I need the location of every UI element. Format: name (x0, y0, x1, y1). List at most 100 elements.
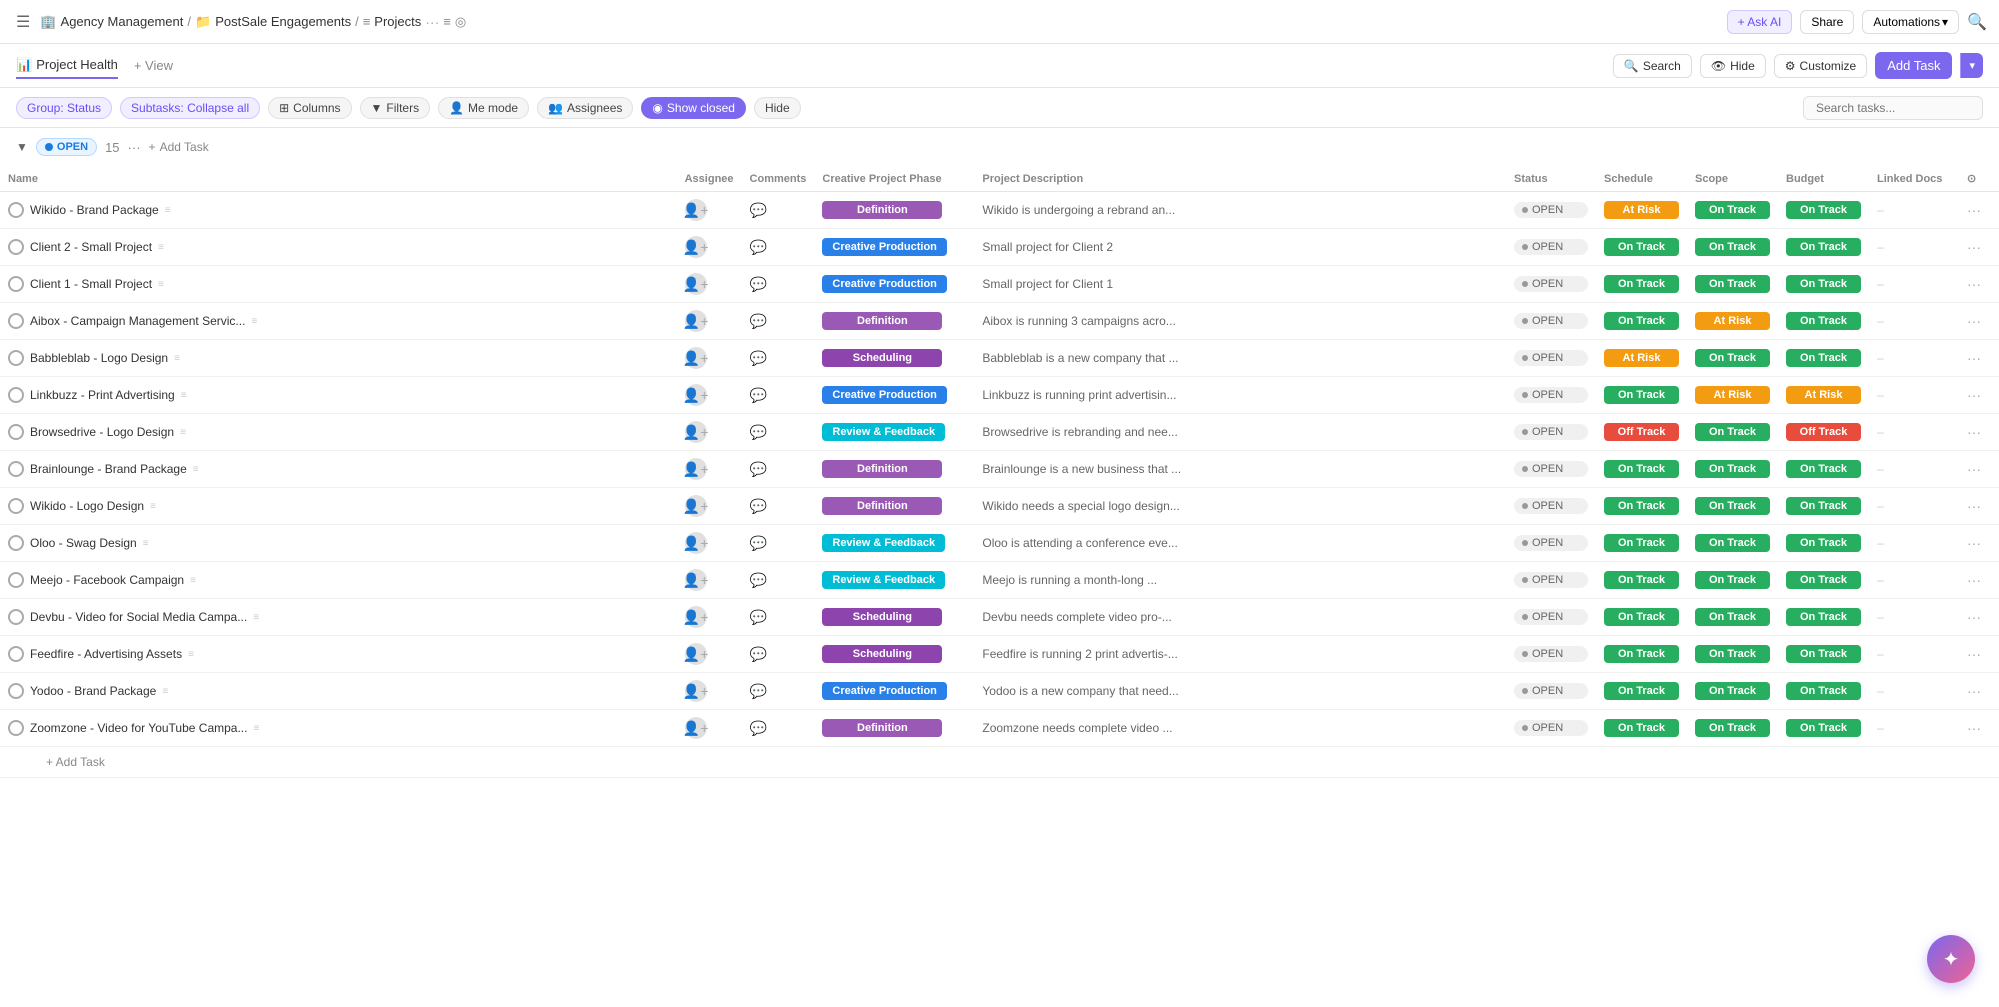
task-comments-7[interactable]: 💬 (742, 451, 815, 488)
assignee-icon-7[interactable]: 👤+ (685, 458, 707, 480)
columns-filter[interactable]: ⊞ Columns (268, 97, 351, 119)
task-status-13[interactable]: OPEN (1506, 673, 1596, 710)
task-status-14[interactable]: OPEN (1506, 710, 1596, 747)
section-more-button[interactable]: ··· (128, 140, 141, 155)
task-name-cell-2[interactable]: Client 1 - Small Project ≡ (0, 266, 677, 303)
add-task-chevron-button[interactable]: ▾ (1960, 53, 1983, 78)
task-status-6[interactable]: OPEN (1506, 414, 1596, 451)
task-scope-8[interactable]: On Track (1687, 488, 1778, 525)
task-schedule-1[interactable]: On Track (1596, 229, 1687, 266)
search-tasks-input[interactable] (1803, 96, 1983, 120)
task-phase-12[interactable]: Scheduling (814, 636, 974, 673)
ask-ai-button[interactable]: + Ask AI (1727, 10, 1793, 34)
filters-button[interactable]: ▼ Filters (360, 97, 431, 119)
add-task-cell[interactable]: + Add Task (0, 747, 1999, 778)
add-task-button[interactable]: Add Task (1875, 52, 1952, 79)
task-actions-8[interactable]: ··· (1959, 488, 1999, 525)
add-task-row[interactable]: + Add Task (0, 747, 1999, 778)
task-actions-13[interactable]: ··· (1959, 673, 1999, 710)
task-assignee-9[interactable]: 👤+ (677, 525, 742, 562)
task-schedule-5[interactable]: On Track (1596, 377, 1687, 414)
task-scope-6[interactable]: On Track (1687, 414, 1778, 451)
assignee-icon-2[interactable]: 👤+ (685, 273, 707, 295)
task-budget-12[interactable]: On Track (1778, 636, 1869, 673)
task-name-cell-7[interactable]: Brainlounge - Brand Package ≡ (0, 451, 677, 488)
task-comments-5[interactable]: 💬 (742, 377, 815, 414)
add-view-button[interactable]: + View (134, 54, 173, 77)
task-scope-3[interactable]: At Risk (1687, 303, 1778, 340)
section-add-task-button[interactable]: + Add Task (149, 140, 209, 154)
assignee-icon-12[interactable]: 👤+ (685, 643, 707, 665)
task-budget-2[interactable]: On Track (1778, 266, 1869, 303)
task-actions-14[interactable]: ··· (1959, 710, 1999, 747)
task-more-button-12[interactable]: ··· (1967, 646, 1981, 662)
task-status-4[interactable]: OPEN (1506, 340, 1596, 377)
task-schedule-6[interactable]: Off Track (1596, 414, 1687, 451)
task-more-button-4[interactable]: ··· (1967, 350, 1981, 366)
task-scope-1[interactable]: On Track (1687, 229, 1778, 266)
task-budget-3[interactable]: On Track (1778, 303, 1869, 340)
task-scope-14[interactable]: On Track (1687, 710, 1778, 747)
task-more-button-0[interactable]: ··· (1967, 202, 1981, 218)
task-schedule-9[interactable]: On Track (1596, 525, 1687, 562)
task-schedule-7[interactable]: On Track (1596, 451, 1687, 488)
comment-icon-2[interactable]: 💬 (750, 276, 767, 292)
task-assignee-14[interactable]: 👤+ (677, 710, 742, 747)
assignee-icon-5[interactable]: 👤+ (685, 384, 707, 406)
task-name-cell-10[interactable]: Meejo - Facebook Campaign ≡ (0, 562, 677, 599)
task-phase-2[interactable]: Creative Production (814, 266, 974, 303)
task-comments-13[interactable]: 💬 (742, 673, 815, 710)
task-schedule-12[interactable]: On Track (1596, 636, 1687, 673)
task-name-cell-5[interactable]: Linkbuzz - Print Advertising ≡ (0, 377, 677, 414)
assignee-icon-13[interactable]: 👤+ (685, 680, 707, 702)
task-phase-13[interactable]: Creative Production (814, 673, 974, 710)
task-scope-11[interactable]: On Track (1687, 599, 1778, 636)
task-schedule-4[interactable]: At Risk (1596, 340, 1687, 377)
comment-icon-1[interactable]: 💬 (750, 239, 767, 255)
task-actions-11[interactable]: ··· (1959, 599, 1999, 636)
comment-icon-8[interactable]: 💬 (750, 498, 767, 514)
task-budget-7[interactable]: On Track (1778, 451, 1869, 488)
task-more-button-8[interactable]: ··· (1967, 498, 1981, 514)
task-more-button-7[interactable]: ··· (1967, 461, 1981, 477)
task-budget-0[interactable]: On Track (1778, 192, 1869, 229)
task-assignee-2[interactable]: 👤+ (677, 266, 742, 303)
task-assignee-6[interactable]: 👤+ (677, 414, 742, 451)
task-name-cell-1[interactable]: Client 2 - Small Project ≡ (0, 229, 677, 266)
task-budget-9[interactable]: On Track (1778, 525, 1869, 562)
task-status-7[interactable]: OPEN (1506, 451, 1596, 488)
task-status-5[interactable]: OPEN (1506, 377, 1596, 414)
task-status-10[interactable]: OPEN (1506, 562, 1596, 599)
task-actions-0[interactable]: ··· (1959, 192, 1999, 229)
task-schedule-8[interactable]: On Track (1596, 488, 1687, 525)
task-more-button-2[interactable]: ··· (1967, 276, 1981, 292)
task-budget-1[interactable]: On Track (1778, 229, 1869, 266)
task-comments-0[interactable]: 💬 (742, 192, 815, 229)
task-phase-1[interactable]: Creative Production (814, 229, 974, 266)
assignee-icon-3[interactable]: 👤+ (685, 310, 707, 332)
task-budget-4[interactable]: On Track (1778, 340, 1869, 377)
task-scope-7[interactable]: On Track (1687, 451, 1778, 488)
task-comments-10[interactable]: 💬 (742, 562, 815, 599)
task-budget-13[interactable]: On Track (1778, 673, 1869, 710)
hide-filter-button[interactable]: Hide (754, 97, 801, 119)
task-comments-4[interactable]: 💬 (742, 340, 815, 377)
section-collapse-button[interactable]: ▼ (16, 140, 28, 154)
task-more-button-3[interactable]: ··· (1967, 313, 1981, 329)
task-schedule-10[interactable]: On Track (1596, 562, 1687, 599)
task-phase-6[interactable]: Review & Feedback (814, 414, 974, 451)
comment-icon-5[interactable]: 💬 (750, 387, 767, 403)
task-schedule-2[interactable]: On Track (1596, 266, 1687, 303)
task-actions-1[interactable]: ··· (1959, 229, 1999, 266)
task-name-cell-4[interactable]: Babbleblab - Logo Design ≡ (0, 340, 677, 377)
task-actions-5[interactable]: ··· (1959, 377, 1999, 414)
task-schedule-3[interactable]: On Track (1596, 303, 1687, 340)
assignee-icon-4[interactable]: 👤+ (685, 347, 707, 369)
task-actions-12[interactable]: ··· (1959, 636, 1999, 673)
comment-icon-13[interactable]: 💬 (750, 683, 767, 699)
task-actions-4[interactable]: ··· (1959, 340, 1999, 377)
task-status-1[interactable]: OPEN (1506, 229, 1596, 266)
task-assignee-12[interactable]: 👤+ (677, 636, 742, 673)
task-scope-13[interactable]: On Track (1687, 673, 1778, 710)
global-search-button[interactable]: 🔍 (1967, 12, 1987, 32)
